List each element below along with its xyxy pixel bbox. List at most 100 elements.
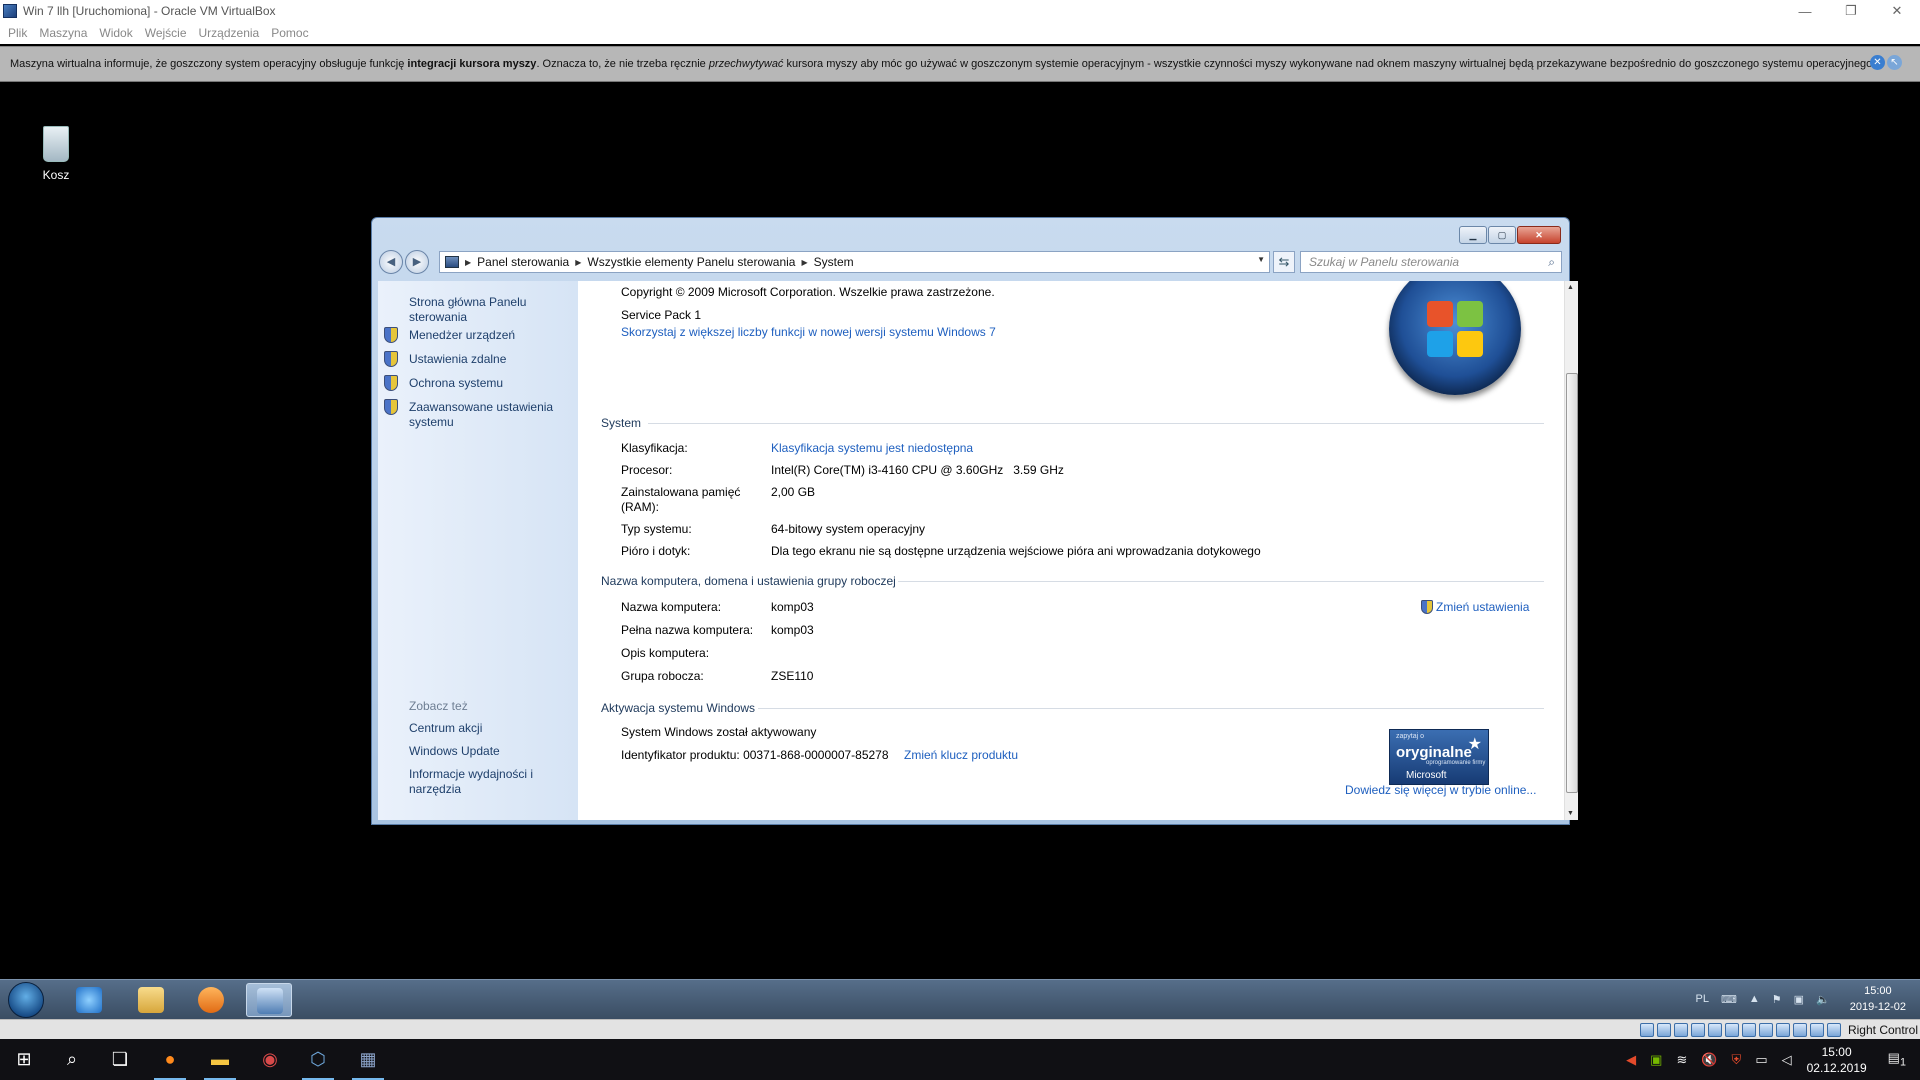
breadcrumb-wszystkie-elementy[interactable]: Wszystkie elementy Panelu sterowania xyxy=(587,255,795,269)
taskbar-media-player[interactable] xyxy=(188,983,234,1017)
menu-widok[interactable]: Widok xyxy=(99,26,132,40)
video-capture-icon[interactable] xyxy=(1758,1022,1773,1037)
paint-icon[interactable]: ◉ xyxy=(246,1039,294,1080)
volume-icon[interactable]: ◁ xyxy=(1782,1052,1792,1068)
action-center-link[interactable]: Centrum akcji xyxy=(409,721,569,736)
forward-button[interactable]: ▶ xyxy=(405,250,429,274)
taskbar-internet-explorer[interactable] xyxy=(66,983,112,1017)
activation-section-heading: Aktywacja systemu Windows xyxy=(601,701,756,715)
advanced-settings-link[interactable]: Zaawansowane ustawienia systemu xyxy=(409,400,559,430)
cp-close-button[interactable]: ✕ xyxy=(1517,226,1561,244)
address-dropdown-icon[interactable]: ▼ xyxy=(1257,255,1265,264)
upgrade-link[interactable]: Skorzystaj z większej liczby funkcji w n… xyxy=(621,325,996,339)
mouse-integration-icon[interactable] xyxy=(1792,1022,1807,1037)
host-key-arrow-icon[interactable] xyxy=(1826,1022,1841,1037)
taskbar-explorer[interactable] xyxy=(128,983,174,1017)
windows-start-icon[interactable]: ⊞ xyxy=(0,1039,48,1080)
taskbar-control-panel[interactable] xyxy=(246,983,292,1017)
cp-minimize-button[interactable]: ▁ xyxy=(1459,226,1487,244)
menu-plik[interactable]: Plik xyxy=(8,26,27,40)
genuine-microsoft-badge[interactable]: zapytaj o oryginalne oprogramowanie firm… xyxy=(1389,729,1489,785)
device-manager-link[interactable]: Menedżer urządzeń xyxy=(409,328,569,343)
security-icon[interactable]: ⛨ xyxy=(1732,1052,1742,1068)
search-icon[interactable]: ⌕ xyxy=(1548,255,1555,270)
menu-maszyna[interactable]: Maszyna xyxy=(39,26,87,40)
tasks-pane: Strona główna Panelu sterowania Menedżer… xyxy=(378,281,578,820)
close-button[interactable]: ✕ xyxy=(1874,0,1920,22)
usb-icon[interactable] xyxy=(1707,1022,1722,1037)
start-orb-icon[interactable] xyxy=(8,982,44,1018)
rating-value-link[interactable]: Klasyfikacja systemu jest niedostępna xyxy=(771,441,973,455)
wifi-icon[interactable]: ≋ xyxy=(1676,1052,1687,1068)
workgroup-label: Grupa robocza: xyxy=(621,669,704,683)
menu-pomoc[interactable]: Pomoc xyxy=(271,26,308,40)
flag-icon[interactable]: ◀ xyxy=(1626,1052,1636,1068)
refresh-button[interactable]: ⇆ xyxy=(1273,251,1295,273)
minimize-button[interactable]: — xyxy=(1782,0,1828,22)
network-icon[interactable]: ▣ xyxy=(1794,993,1804,1006)
restore-button[interactable]: ❐ xyxy=(1828,0,1874,22)
control-panel-window[interactable]: ▁ ▢ ✕ ◀ ▶ ▶ Panel sterowania ▶ Wszystkie… xyxy=(371,217,1578,825)
breadcrumb-system[interactable]: System xyxy=(814,255,854,269)
keyboard-capture-icon[interactable] xyxy=(1809,1022,1824,1037)
visual-studio-icon[interactable]: ▦ xyxy=(344,1039,392,1080)
audio-icon[interactable] xyxy=(1673,1022,1688,1037)
vbox-statusbar: Right Control xyxy=(0,1019,1920,1039)
breadcrumb-chevron-icon[interactable]: ▶ xyxy=(575,258,581,267)
scroll-down-icon[interactable]: ▼ xyxy=(1567,810,1574,817)
file-explorer-icon[interactable]: ▬ xyxy=(196,1039,244,1080)
breadcrumb-chevron-icon[interactable]: ▶ xyxy=(465,258,471,267)
task-view-icon[interactable]: ❏ xyxy=(96,1039,144,1080)
section-divider xyxy=(898,581,1544,582)
nvidia-icon[interactable]: ▣ xyxy=(1650,1052,1662,1068)
change-settings-link[interactable]: Zmień ustawienia xyxy=(1436,600,1529,614)
remote-settings-link[interactable]: Ustawienia zdalne xyxy=(409,352,569,367)
mute-icon[interactable]: 🔇 xyxy=(1701,1052,1717,1068)
cp-home-link[interactable]: Strona główna Panelu sterowania xyxy=(409,295,569,325)
breadcrumb-chevron-icon[interactable]: ▶ xyxy=(801,258,807,267)
action-center-flag-icon[interactable]: ⚑ xyxy=(1772,993,1782,1006)
info-close-icon[interactable]: ✕ xyxy=(1870,55,1885,70)
windows-update-link[interactable]: Windows Update xyxy=(409,744,569,759)
address-bar[interactable]: ▶ Panel sterowania ▶ Wszystkie elementy … xyxy=(439,251,1270,273)
guest-clock[interactable]: 15:00 2019-12-02 xyxy=(1850,983,1906,1015)
show-hidden-icon[interactable]: ▲ xyxy=(1749,993,1760,1005)
hard-disk-icon[interactable] xyxy=(1639,1022,1654,1037)
shield-icon xyxy=(384,399,398,415)
system-protection-link[interactable]: Ochrona systemu xyxy=(409,376,569,391)
notifications-icon[interactable]: ▤1 xyxy=(1888,1050,1906,1069)
menu-urzadzenia[interactable]: Urządzenia xyxy=(199,26,260,40)
virtualization-icon[interactable] xyxy=(1775,1022,1790,1037)
shared-folders-icon[interactable] xyxy=(1724,1022,1739,1037)
performance-info-link[interactable]: Informacje wydajności i narzędzia xyxy=(409,767,549,797)
menu-wejscie[interactable]: Wejście xyxy=(145,26,187,40)
shield-icon xyxy=(384,327,398,343)
network-icon[interactable]: ▭ xyxy=(1755,1052,1767,1068)
volume-icon[interactable]: 🔈 xyxy=(1816,993,1830,1006)
info-mouse-icon[interactable]: ↖ xyxy=(1887,55,1902,70)
product-id: Identyfikator produktu: 00371-868-000000… xyxy=(621,748,889,762)
vbox-menubar: Plik Maszyna Widok Wejście Urządzenia Po… xyxy=(0,22,1920,44)
keyboard-icon[interactable]: ⌨ xyxy=(1721,993,1737,1006)
content-scrollbar[interactable]: ▲ ▼ xyxy=(1564,281,1578,820)
network-adapter-icon[interactable] xyxy=(1690,1022,1705,1037)
back-button[interactable]: ◀ xyxy=(379,250,403,274)
cp-maximize-button[interactable]: ▢ xyxy=(1488,226,1516,244)
scrollbar-thumb[interactable] xyxy=(1566,373,1578,793)
computer-name-value: komp03 xyxy=(771,600,814,614)
learn-more-link[interactable]: Dowiedz się więcej w trybie online... xyxy=(1345,783,1536,797)
host-clock[interactable]: 15:00 02.12.2019 xyxy=(1807,1044,1867,1076)
scroll-up-icon[interactable]: ▲ xyxy=(1567,284,1574,291)
description-label: Opis komputera: xyxy=(621,646,710,660)
optical-drive-icon[interactable] xyxy=(1656,1022,1671,1037)
display-icon[interactable] xyxy=(1741,1022,1756,1037)
recycle-bin-shortcut[interactable]: Kosz xyxy=(36,126,76,182)
search-input[interactable]: Szukaj w Panelu sterowania ⌕ xyxy=(1300,251,1562,273)
recycle-bin-icon xyxy=(43,126,69,162)
firefox-icon[interactable]: ● xyxy=(146,1039,194,1080)
language-indicator[interactable]: PL xyxy=(1695,993,1708,1005)
virtualbox-taskbar-icon[interactable]: ⬡ xyxy=(294,1039,342,1080)
change-key-link[interactable]: Zmień klucz produktu xyxy=(904,748,1018,762)
breadcrumb-panel-sterowania[interactable]: Panel sterowania xyxy=(477,255,569,269)
search-icon[interactable]: ⌕ xyxy=(48,1039,96,1080)
